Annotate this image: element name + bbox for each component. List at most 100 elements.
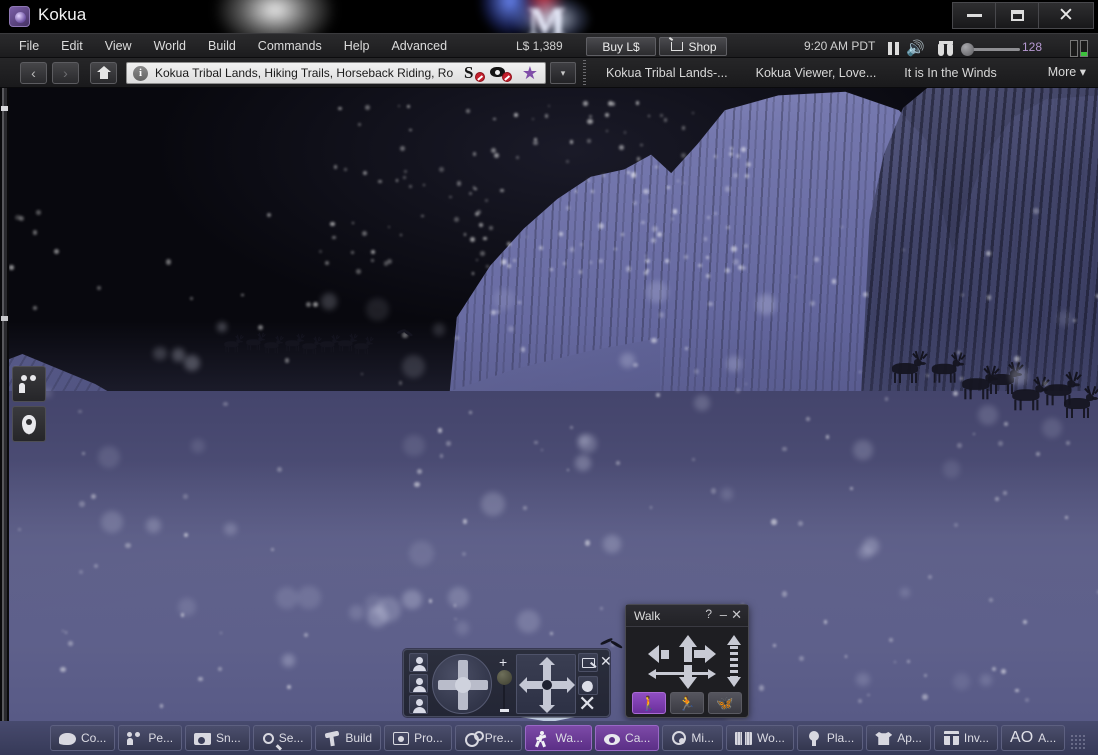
see-avatars-blocked-badge: [502, 72, 512, 82]
camera-pan-pad[interactable]: [516, 654, 576, 714]
toolbar-button-label: Wa...: [555, 731, 584, 745]
script-s-glyph: S: [464, 63, 474, 82]
camera-eye-icon: [604, 733, 621, 745]
buy-lindens-button[interactable]: Buy L$: [586, 37, 656, 56]
walk-panel[interactable]: Walk ? – ✕ 🚶 🏃 🦋: [625, 604, 749, 718]
walk-panel-help-button[interactable]: ?: [705, 607, 712, 621]
menu-world[interactable]: World: [144, 36, 196, 56]
location-pin-button[interactable]: [12, 406, 46, 442]
menu-file[interactable]: File: [9, 36, 49, 56]
media-pause-icon[interactable]: [888, 42, 899, 55]
menu-commands[interactable]: Commands: [248, 36, 332, 56]
favorite-item-2[interactable]: It is In the Winds: [890, 66, 1010, 80]
avatar-view-back-button[interactable]: [409, 695, 428, 714]
minimize-button[interactable]: [952, 2, 995, 29]
toolbar-button-places[interactable]: Pla...: [796, 725, 864, 751]
fly-mode-button[interactable]: 🦋: [708, 692, 742, 714]
close-button[interactable]: ✕: [1038, 2, 1094, 29]
orbit-center-knob[interactable]: [455, 677, 471, 693]
strafe-right-arrow[interactable]: [708, 669, 716, 679]
favorites-more-button[interactable]: More ▾: [1048, 64, 1086, 79]
walk-panel-minimize-button[interactable]: –: [720, 607, 727, 622]
pan-right-arrow[interactable]: [567, 677, 575, 693]
zoom-slider-knob[interactable]: [497, 670, 512, 685]
toolbar-button-label: Build: [345, 731, 373, 745]
menu-view[interactable]: View: [95, 36, 142, 56]
pan-down-arrow[interactable]: [539, 705, 555, 713]
walk-mode-button[interactable]: 🚶: [632, 692, 666, 714]
toolbar-button-build-hammer[interactable]: Build: [315, 725, 382, 751]
camera-icon[interactable]: [578, 653, 598, 672]
toolbar-button-profile[interactable]: Pro...: [384, 725, 452, 751]
toolbar-button-camera-eye[interactable]: Ca...: [595, 725, 660, 751]
run-mode-button[interactable]: 🏃: [670, 692, 704, 714]
camera-orbit-dpad[interactable]: [432, 654, 492, 714]
menu-help[interactable]: Help: [334, 36, 380, 56]
movement-control-panel[interactable]: + ✕ ✕: [403, 649, 612, 717]
toolbar-button-ao[interactable]: AO A...: [1001, 725, 1066, 751]
move-down-arrow[interactable]: [727, 677, 741, 687]
maximize-icon: [1010, 10, 1024, 21]
favorite-item-1[interactable]: Kokua Viewer, Love...: [742, 66, 891, 80]
menu-edit[interactable]: Edit: [51, 36, 93, 56]
zoom-out-label[interactable]: [500, 709, 509, 712]
avatar-view-side-button[interactable]: [409, 674, 428, 693]
walk-panel-header: Walk ? – ✕: [626, 605, 748, 627]
add-favorite-icon[interactable]: ★: [519, 64, 541, 82]
toolbar-button-label: Sn...: [216, 731, 241, 745]
shop-label: Shop: [688, 39, 717, 54]
inventory-icon: [943, 731, 959, 745]
pan-left-arrow[interactable]: [519, 677, 527, 693]
toolbar-button-preferences-gear[interactable]: Pre...: [454, 725, 523, 751]
info-icon[interactable]: i: [133, 65, 148, 81]
bandwidth-value: 128: [1022, 40, 1043, 54]
toolbar-button-chat[interactable]: Co...: [50, 725, 116, 751]
pan-up-arrow[interactable]: [539, 657, 555, 665]
window-title: Kokua: [38, 5, 87, 24]
toolbar-button-snapshot[interactable]: Sn...: [185, 725, 250, 751]
titlebar-m-watermark: M: [528, 0, 566, 33]
window-resize-grip[interactable]: [1070, 734, 1086, 750]
movement-panel-close[interactable]: ✕: [578, 693, 596, 715]
volume-icon[interactable]: 🔊: [906, 41, 925, 56]
move-up-arrow[interactable]: [727, 635, 741, 645]
maximize-button[interactable]: [995, 2, 1038, 29]
camera-zoom-slider[interactable]: +: [497, 654, 512, 714]
forward-button[interactable]: ›: [52, 62, 79, 84]
turn-right-arrow[interactable]: [705, 645, 716, 663]
toolbar-button-label: A...: [1038, 731, 1057, 745]
location-dropdown-button[interactable]: ▾: [550, 62, 576, 84]
location-bar[interactable]: i Kokua Tribal Lands, Hiking Trails, Hor…: [126, 62, 546, 84]
binoculars-icon[interactable]: [938, 41, 955, 56]
toolbar-button-world-map[interactable]: Wo...: [726, 725, 794, 751]
nearby-people-button[interactable]: [12, 366, 46, 402]
toolbar-button-people[interactable]: Pe...: [118, 725, 183, 751]
shop-button[interactable]: Shop: [659, 37, 727, 56]
movement-panel-small-close[interactable]: ✕: [600, 653, 612, 669]
reindeer: [222, 334, 244, 353]
world-side-buttons: [12, 366, 46, 442]
toolbar-button-label: Inv...: [963, 731, 990, 745]
zoom-in-label[interactable]: +: [499, 654, 507, 670]
reindeer: [352, 336, 374, 355]
menu-build[interactable]: Build: [198, 36, 246, 56]
turn-left-arrow[interactable]: [648, 645, 659, 663]
see-avatars-disabled-icon[interactable]: [490, 64, 513, 82]
location-input[interactable]: Kokua Tribal Lands, Hiking Trails, Horse…: [155, 66, 464, 80]
world-view[interactable]: [0, 88, 1098, 721]
scripts-disabled-icon[interactable]: S: [464, 64, 486, 82]
toolbar-button-walk[interactable]: Wa...: [525, 725, 593, 751]
toolbar-button-minimap[interactable]: Mi...: [662, 725, 724, 751]
walk-panel-title: Walk: [634, 608, 661, 623]
home-button[interactable]: [90, 62, 117, 84]
avatar-view-front-button[interactable]: [409, 653, 428, 672]
toolbar-button-inventory[interactable]: Inv...: [933, 725, 999, 751]
back-button[interactable]: ‹: [20, 62, 47, 84]
bandwidth-slider-knob[interactable]: [961, 43, 974, 56]
favorite-item-0[interactable]: Kokua Tribal Lands-...: [592, 66, 742, 80]
walk-panel-close-button[interactable]: ✕: [731, 607, 742, 623]
menu-advanced[interactable]: Advanced: [381, 36, 457, 56]
toolbar-button-appearance-shirt[interactable]: Ap...: [866, 725, 931, 751]
shopping-cart-icon: [671, 42, 684, 51]
toolbar-button-search[interactable]: Se...: [252, 725, 313, 751]
